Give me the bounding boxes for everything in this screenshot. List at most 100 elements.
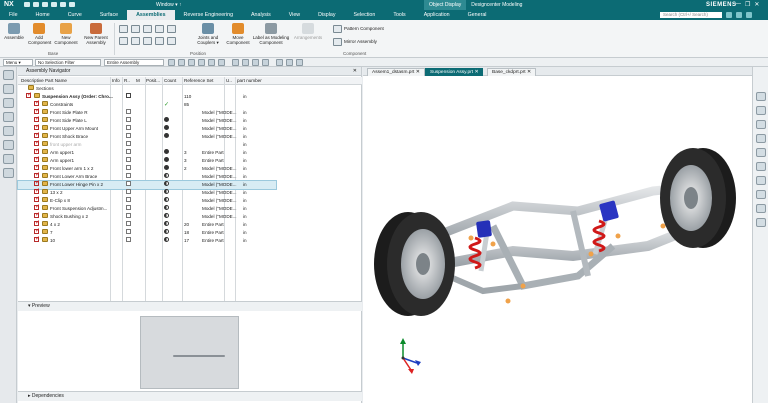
- center-point-icon[interactable]: [218, 59, 225, 66]
- window-menu[interactable]: Window ▾ ↑: [156, 2, 182, 8]
- table-row[interactable]: Shock Bushing x 2 Model ("MODE... in: [18, 211, 362, 221]
- selection-filter-dropdown[interactable]: No Selection Filter: [35, 59, 101, 66]
- object-display-tab[interactable]: Object Display: [424, 0, 467, 10]
- joints-couplers-button[interactable]: Joints and Couplers ▾: [193, 23, 223, 45]
- check-icon[interactable]: [34, 107, 40, 115]
- table-row[interactable]: Front Lower Hinge Pin x 2 Model ("MODE...…: [17, 179, 277, 190]
- table-row[interactable]: Sections: [18, 85, 362, 93]
- dependencies-section-header[interactable]: ▸ Dependencies: [18, 391, 362, 401]
- checkbox[interactable]: [126, 149, 131, 154]
- check-icon[interactable]: [34, 203, 40, 211]
- menu-tab[interactable]: Display: [309, 10, 344, 20]
- check-icon[interactable]: [34, 187, 40, 195]
- checkbox[interactable]: [126, 229, 131, 234]
- table-row[interactable]: Constraints ✓ 85: [18, 99, 362, 109]
- assemble-button[interactable]: Assemble: [3, 23, 25, 40]
- menu-tab[interactable]: Home: [27, 10, 59, 20]
- check-icon[interactable]: [34, 235, 40, 243]
- assembly-navigator-icon[interactable]: [3, 84, 14, 94]
- check-icon[interactable]: [34, 163, 40, 171]
- checkbox[interactable]: [126, 181, 131, 186]
- check-icon[interactable]: [34, 171, 40, 179]
- table-row[interactable]: Arm upper1 3 Entire Part in: [18, 147, 362, 157]
- check-icon[interactable]: [34, 99, 40, 107]
- cut-icon[interactable]: [51, 2, 57, 7]
- save-icon[interactable]: [24, 2, 30, 7]
- part-navigator-icon[interactable]: [3, 70, 14, 80]
- column-header[interactable]: Descriptive Part Name: [21, 77, 67, 85]
- midpoint-icon[interactable]: [208, 59, 215, 66]
- view-tool-icon[interactable]: [756, 120, 766, 129]
- table-row[interactable]: Arm upper1 3 Entire Part in: [18, 155, 362, 165]
- view-tool-icon[interactable]: [756, 218, 766, 227]
- pattern-component-icon[interactable]: [333, 25, 342, 33]
- menu-tab[interactable]: File: [0, 10, 27, 20]
- checkbox[interactable]: [126, 237, 131, 242]
- shading-icon[interactable]: [276, 59, 283, 66]
- menu-tab[interactable]: Surface: [91, 10, 127, 20]
- bond-icon[interactable]: [167, 37, 176, 45]
- add-component-button[interactable]: Add Component: [28, 23, 51, 45]
- pan-icon[interactable]: [262, 59, 269, 66]
- checkbox[interactable]: [126, 213, 131, 218]
- close-icon[interactable]: ✕: [754, 1, 759, 8]
- parallel-icon[interactable]: [119, 37, 128, 45]
- pattern-component-button[interactable]: Pattern Component: [344, 26, 384, 31]
- checkbox[interactable]: [126, 197, 131, 202]
- orient-view-icon[interactable]: [286, 59, 293, 66]
- menu-tab[interactable]: General: [459, 10, 496, 20]
- table-row[interactable]: 10 17 Entire Part in: [18, 235, 362, 245]
- table-row[interactable]: Front Lower Arm Brace Model ("MODE... in: [18, 171, 362, 181]
- center-icon[interactable]: [143, 37, 152, 45]
- menu-tab[interactable]: Application: [415, 10, 459, 20]
- view-tool-icon[interactable]: [756, 190, 766, 199]
- restore-icon[interactable]: ❐: [745, 1, 750, 8]
- table-row[interactable]: Front Shock Brace Model ("MODE... in: [18, 131, 362, 141]
- copy-icon[interactable]: [60, 2, 66, 7]
- menu-tab[interactable]: Reverse Engineering: [175, 10, 242, 20]
- table-row[interactable]: Suspension Assy (Order: Chro... 110 in: [18, 91, 362, 101]
- menu-dropdown[interactable]: Menu ▾: [3, 59, 33, 66]
- menu-tab[interactable]: Assemblies: [127, 10, 175, 20]
- check-icon[interactable]: [34, 131, 40, 139]
- column-header[interactable]: Count: [164, 77, 176, 85]
- checkbox[interactable]: [126, 117, 131, 122]
- redo-icon[interactable]: [42, 2, 48, 7]
- label-modeling-component-button[interactable]: Label as Modeling Component: [252, 23, 290, 45]
- checkbox[interactable]: [126, 221, 131, 226]
- column-header[interactable]: Info: [112, 77, 120, 85]
- user-icon[interactable]: [746, 12, 752, 18]
- check-icon[interactable]: [34, 227, 40, 235]
- view-tool-icon[interactable]: [756, 134, 766, 143]
- select-icon[interactable]: [168, 59, 175, 66]
- menu-tab[interactable]: View: [280, 10, 309, 20]
- checkbox[interactable]: [126, 189, 131, 194]
- column-header[interactable]: Reference Set: [184, 77, 213, 85]
- mirror-assembly-button[interactable]: Mirror Assembly: [344, 39, 377, 44]
- zoom-icon[interactable]: [242, 59, 249, 66]
- check-icon[interactable]: [34, 139, 40, 147]
- minimize-icon[interactable]: —: [735, 1, 741, 8]
- web-browser-icon[interactable]: [3, 154, 14, 164]
- table-row[interactable]: 13 x 2 Model ("MODE... in: [18, 187, 362, 197]
- menu-tab[interactable]: Curve: [59, 10, 91, 20]
- checkbox[interactable]: [126, 157, 131, 162]
- checkbox[interactable]: [126, 173, 131, 178]
- snap-icon[interactable]: [178, 59, 185, 66]
- new-component-button[interactable]: New Component: [53, 23, 79, 45]
- help-icon[interactable]: [726, 12, 732, 18]
- table-row[interactable]: Front Upper Arm Mount Model ("MODE... in: [18, 123, 362, 133]
- column-header[interactable]: part number: [237, 77, 262, 85]
- check-icon[interactable]: [34, 155, 40, 163]
- table-row[interactable]: Front Side Plate L Model ("MODE... in: [18, 115, 362, 125]
- search-input[interactable]: Search (Ctrl+/ Search): [660, 12, 722, 18]
- section-icon[interactable]: [296, 59, 303, 66]
- table-row[interactable]: Front lower arm 1 x 2 2 Model ("MODE... in: [18, 163, 362, 173]
- rotate-icon[interactable]: [252, 59, 259, 66]
- touch-align-icon[interactable]: [143, 25, 152, 33]
- check-icon[interactable]: [34, 179, 40, 187]
- new-parent-assembly-button[interactable]: New Parent Assembly: [82, 23, 110, 45]
- column-header[interactable]: U..: [226, 77, 232, 85]
- concentric-icon[interactable]: [155, 25, 164, 33]
- column-header[interactable]: R..: [124, 77, 130, 85]
